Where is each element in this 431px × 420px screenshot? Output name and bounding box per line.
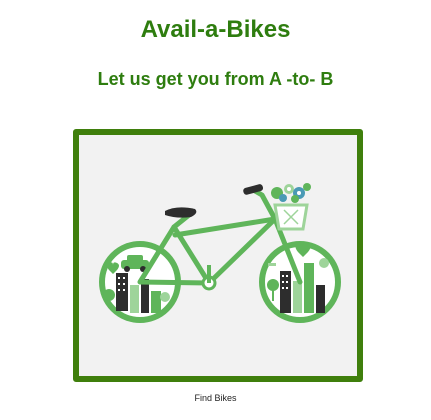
find-bikes-link[interactable]: Find Bikes [0,393,431,403]
flower-basket-icon [271,183,311,231]
bicycle-city-illustration-icon [79,135,357,376]
page-subtitle: Let us get you from A -to- B [97,69,334,89]
hero-image-frame [73,129,363,382]
page-title: Avail-a-Bikes [140,16,291,43]
